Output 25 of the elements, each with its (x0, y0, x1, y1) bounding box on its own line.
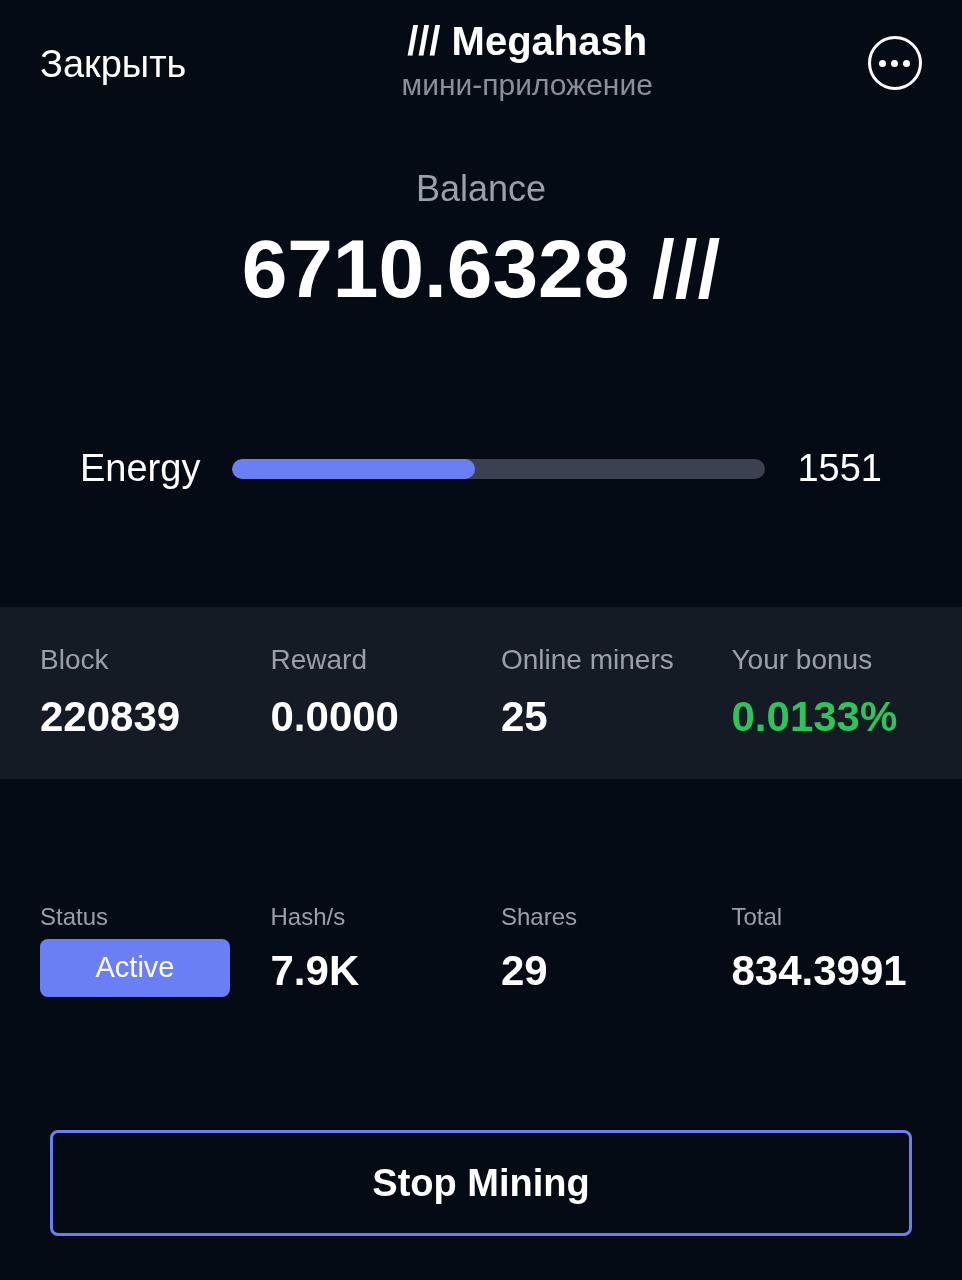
energy-value: 1551 (797, 446, 882, 491)
stat-value: 25 (501, 691, 549, 742)
mining-label: Total (731, 902, 784, 932)
balance-label: Balance (415, 167, 547, 211)
stat-label: Your bonus (731, 642, 874, 677)
close-button[interactable]: Закрыть (40, 36, 187, 93)
mining-label: Hash/s (270, 902, 347, 932)
mining-label: Shares (501, 902, 579, 932)
stat-label: Block (40, 642, 110, 677)
app-subtitle: мини-приложение (401, 67, 653, 103)
energy-label: Energy (80, 446, 201, 491)
balance-value: 6710.6328 /// (241, 228, 721, 310)
stat-label: Reward (270, 642, 368, 677)
app-title: /// Megahash (407, 18, 648, 65)
stat-value: 0.0000 (270, 691, 400, 742)
stop-mining-button[interactable]: Stop Mining (50, 1130, 912, 1236)
more-button[interactable] (868, 36, 922, 90)
mining-label: Status (40, 902, 110, 932)
mining-value: 834.3991 (731, 946, 908, 996)
stat-value: 220839 (40, 691, 182, 742)
mining-value: 7.9K (270, 946, 361, 996)
status-badge: Active (40, 939, 230, 997)
stat-label: Online miners (501, 642, 675, 677)
stat-value: 0.0133% (731, 691, 899, 742)
mining-value: 29 (501, 946, 549, 996)
